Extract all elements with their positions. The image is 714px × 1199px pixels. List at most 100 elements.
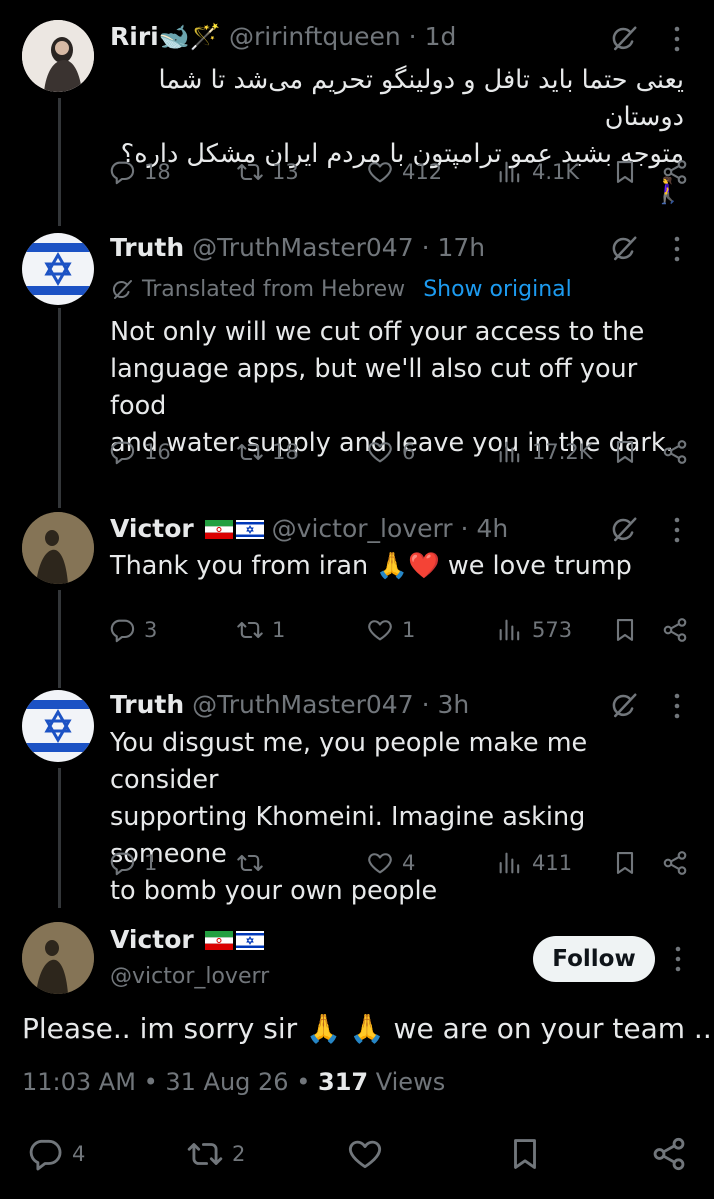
tweet[interactable]: Riri🐋🪄 @ririnftqueen · 1d یعنی حتما باید… bbox=[0, 0, 714, 225]
share-icon bbox=[661, 849, 689, 877]
like-count: 6 bbox=[402, 440, 416, 464]
like-button[interactable]: 412 bbox=[366, 158, 442, 186]
reply-icon bbox=[108, 438, 136, 466]
share-button[interactable] bbox=[661, 158, 689, 186]
share-button[interactable] bbox=[661, 616, 689, 644]
views-button[interactable]: 17.2K bbox=[496, 438, 593, 466]
like-button[interactable] bbox=[346, 1135, 384, 1173]
share-icon bbox=[661, 438, 689, 466]
separator-dot: • bbox=[143, 1068, 158, 1096]
reply-button[interactable]: 16 bbox=[108, 438, 171, 466]
post-time[interactable]: 11:03 AM bbox=[22, 1068, 136, 1096]
reply-icon bbox=[108, 849, 136, 877]
main-action-bar: 4 2 bbox=[0, 1135, 714, 1175]
share-button[interactable] bbox=[661, 849, 689, 877]
timestamp[interactable]: 17h bbox=[437, 233, 485, 262]
tweet-header: Victor @victor_loverr · 4h bbox=[110, 514, 508, 543]
bookmark-button[interactable] bbox=[611, 849, 639, 877]
more-icon[interactable] bbox=[673, 235, 681, 263]
view-count: 4.1K bbox=[532, 160, 580, 184]
timestamp[interactable]: 4h bbox=[476, 514, 508, 543]
views-icon bbox=[496, 616, 524, 644]
repost-icon bbox=[236, 849, 264, 877]
repost-count: 1 bbox=[272, 618, 286, 642]
views-button[interactable]: 4.1K bbox=[496, 158, 579, 186]
more-icon[interactable] bbox=[673, 25, 681, 53]
tweet[interactable]: Truth @TruthMaster047 · 3h You disgust m… bbox=[0, 688, 714, 908]
grok-icon[interactable] bbox=[609, 234, 639, 264]
avatar[interactable] bbox=[22, 233, 94, 305]
reply-button[interactable]: 18 bbox=[108, 158, 171, 186]
user-handle[interactable]: @TruthMaster047 bbox=[192, 233, 413, 262]
display-name[interactable]: Victor bbox=[110, 514, 194, 543]
text-line: Not only will we cut off your access to … bbox=[110, 317, 645, 347]
like-button[interactable]: 6 bbox=[366, 438, 415, 466]
bookmark-button[interactable] bbox=[611, 158, 639, 186]
reply-button[interactable]: 1 bbox=[108, 849, 157, 877]
reply-count: 4 bbox=[72, 1142, 86, 1166]
repost-button[interactable]: 13 bbox=[236, 158, 299, 186]
display-name[interactable]: Truth bbox=[110, 233, 184, 262]
grok-icon[interactable] bbox=[609, 24, 639, 54]
repost-icon bbox=[236, 438, 264, 466]
avatar[interactable] bbox=[22, 922, 94, 994]
view-count: 17.2K bbox=[532, 440, 593, 464]
like-count: 4 bbox=[402, 851, 416, 875]
grok-icon[interactable] bbox=[609, 515, 639, 545]
like-count: 1 bbox=[402, 618, 416, 642]
show-original-link[interactable]: Show original bbox=[423, 277, 572, 302]
display-name[interactable]: Truth bbox=[110, 690, 184, 719]
bookmark-button[interactable] bbox=[611, 616, 639, 644]
tweet-header: Riri🐋🪄 @ririnftqueen · 1d bbox=[110, 22, 456, 52]
views-button[interactable]: 411 bbox=[496, 849, 572, 877]
like-count: 412 bbox=[402, 160, 443, 184]
repost-button[interactable] bbox=[236, 849, 272, 877]
more-icon[interactable] bbox=[674, 945, 682, 973]
reply-button[interactable]: 3 bbox=[108, 616, 157, 644]
avatar[interactable] bbox=[22, 512, 94, 584]
repost-button[interactable]: 18 bbox=[236, 438, 299, 466]
post-date[interactable]: 31 Aug 26 bbox=[165, 1068, 288, 1096]
tweet[interactable]: Victor @victor_loverr · 4h Thank you fro… bbox=[0, 508, 714, 688]
repost-button[interactable]: 1 bbox=[236, 616, 285, 644]
tweet-header: Truth @TruthMaster047 · 17h bbox=[110, 233, 485, 262]
timestamp[interactable]: 3h bbox=[437, 690, 469, 719]
views-button[interactable]: 573 bbox=[496, 616, 572, 644]
grok-icon[interactable] bbox=[609, 691, 639, 721]
action-bar: 1 4 411 bbox=[108, 849, 688, 883]
reply-icon bbox=[108, 158, 136, 186]
main-handle-row: @victor_loverr bbox=[110, 964, 269, 989]
action-bar: 16 18 6 17.2K bbox=[108, 438, 688, 472]
more-icon[interactable] bbox=[673, 516, 681, 544]
tweet[interactable]: Truth @TruthMaster047 · 17h Translated f… bbox=[0, 225, 714, 508]
user-handle[interactable]: @ririnftqueen bbox=[229, 22, 401, 51]
display-name[interactable]: Victor bbox=[110, 925, 194, 954]
avatar[interactable] bbox=[22, 20, 94, 92]
user-handle[interactable]: @TruthMaster047 bbox=[192, 690, 413, 719]
more-icon[interactable] bbox=[673, 692, 681, 720]
timestamp[interactable]: 1d bbox=[425, 22, 457, 51]
bookmark-icon bbox=[611, 849, 639, 877]
follow-button[interactable]: Follow bbox=[533, 936, 655, 982]
user-handle[interactable]: @victor_loverr bbox=[110, 964, 269, 989]
iran-flag-icon bbox=[205, 520, 233, 539]
like-icon bbox=[366, 849, 394, 877]
share-button[interactable] bbox=[661, 438, 689, 466]
bookmark-button[interactable] bbox=[506, 1135, 544, 1173]
avatar[interactable] bbox=[22, 690, 94, 762]
user-handle[interactable]: @victor_loverr bbox=[272, 514, 453, 543]
tweet-meta: 11:03 AM • 31 Aug 26 • 317 Views bbox=[22, 1068, 445, 1096]
like-button[interactable]: 1 bbox=[366, 616, 415, 644]
text-line: language apps, but we'll also cut off yo… bbox=[110, 354, 638, 421]
display-name[interactable]: Riri bbox=[110, 22, 159, 51]
reply-count: 16 bbox=[144, 440, 171, 464]
bookmark-button[interactable] bbox=[611, 438, 639, 466]
share-button[interactable] bbox=[650, 1135, 688, 1173]
like-button[interactable]: 4 bbox=[366, 849, 415, 877]
main-author: Victor bbox=[110, 925, 264, 954]
reply-button[interactable]: 4 bbox=[26, 1135, 85, 1173]
reply-count: 18 bbox=[144, 160, 171, 184]
bookmark-icon bbox=[611, 616, 639, 644]
repost-button[interactable]: 2 bbox=[186, 1135, 245, 1173]
share-icon bbox=[661, 616, 689, 644]
